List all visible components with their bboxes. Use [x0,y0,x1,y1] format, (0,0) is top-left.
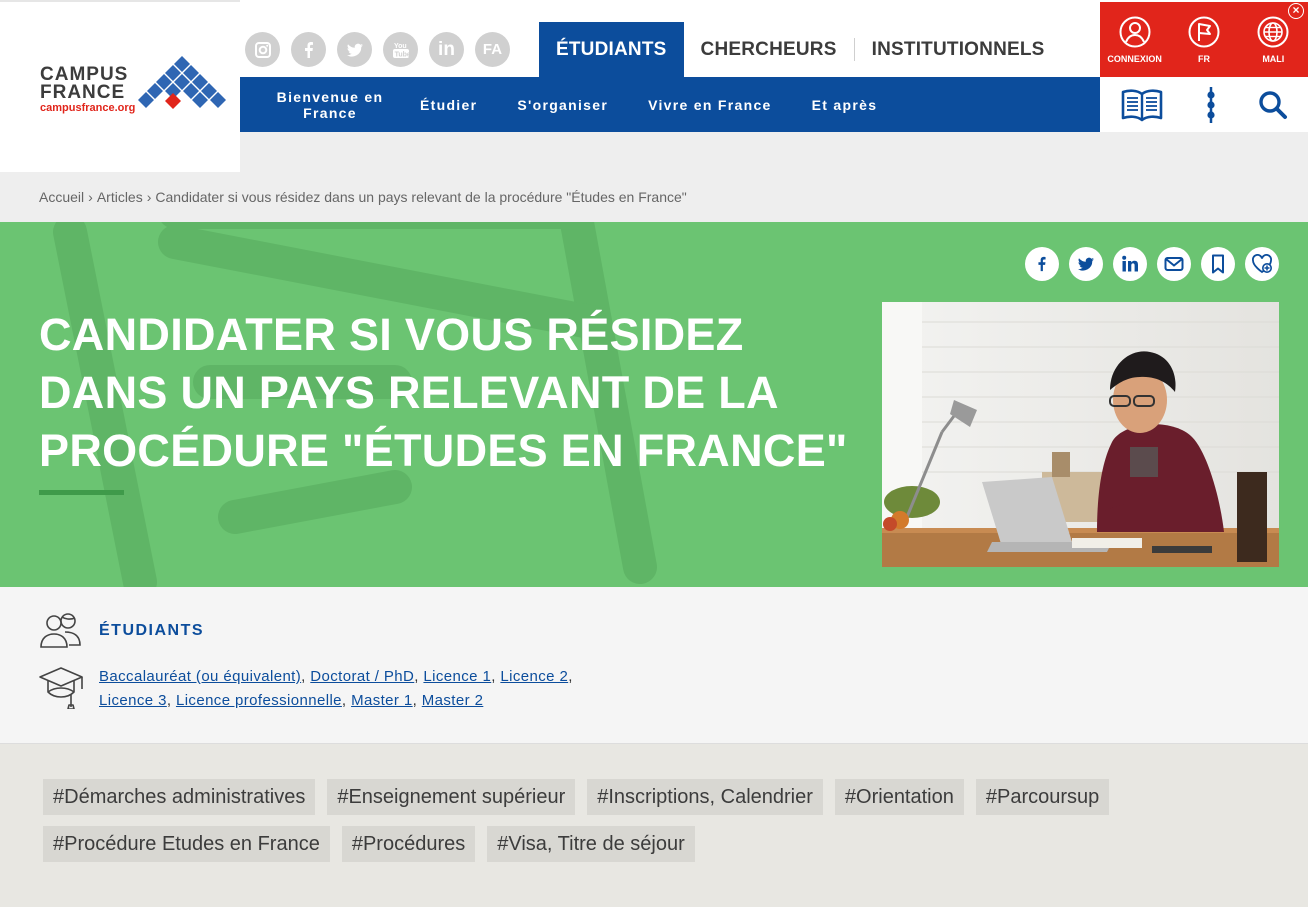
level-link[interactable]: Master 2 [422,692,484,709]
level-link[interactable]: Licence professionnelle [176,692,342,709]
level-link[interactable]: Master 1 [351,692,413,709]
share-icons [1025,247,1279,281]
tab-institutionnels[interactable]: INSTITUTIONNELS [855,22,1062,77]
linkedin-icon[interactable]: in [429,32,464,67]
tag-link[interactable]: #Inscriptions, Calendrier [587,779,823,815]
students-icon [40,613,81,648]
nav-etudier[interactable]: Étudier [400,97,497,113]
nav-et-apres[interactable]: Et après [792,97,898,113]
tag-list: #Démarches administratives #Enseignement… [43,779,1243,862]
level-link[interactable]: Licence 1 [423,668,491,685]
main-nav: Bienvenue en France Étudier S'organiser … [240,77,1100,132]
graduation-cap-icon [39,667,83,709]
share-email-icon[interactable] [1157,247,1191,281]
country-label: MALI [1262,54,1285,64]
breadcrumb: Accueil › Articles › Candidater si vous … [0,172,1308,222]
level-link[interactable]: Baccalauréat (ou équivalent) [99,668,301,685]
tab-chercheurs[interactable]: CHERCHEURS [684,22,854,77]
share-twitter-icon[interactable] [1069,247,1103,281]
tag-link[interactable]: #Procédure Etudes en France [43,826,330,862]
twitter-icon[interactable] [337,32,372,67]
logo-line2: FRANCE [40,82,126,103]
fa-label: FA [482,41,503,58]
facebook-icon[interactable] [291,32,326,67]
site-logo[interactable]: CAMPUS FRANCE campusfrance.org [0,0,240,172]
instagram-icon[interactable] [245,32,280,67]
youtube-icon[interactable]: You Tube [383,32,418,67]
globe-icon [1257,16,1289,48]
tag-link[interactable]: #Visa, Titre de séjour [487,826,695,862]
language-label: FR [1197,54,1210,64]
main-tabs: ÉTUDIANTS CHERCHEURS INSTITUTIONNELS [539,22,1062,77]
logo-url: campusfrance.org [40,102,136,114]
close-icon[interactable]: × [1288,3,1304,19]
more-options-icon[interactable] [1205,85,1217,125]
language-button[interactable]: FR [1169,2,1238,77]
breadcrumb-separator: › [146,189,152,205]
share-facebook-icon[interactable] [1025,247,1059,281]
level-link[interactable]: Licence 2 [500,668,568,685]
tools-bar [1100,77,1308,132]
book-icon[interactable] [1120,87,1164,123]
user-icon [1119,16,1151,48]
breadcrumb-separator: › [88,189,93,205]
flag-icon [1188,16,1220,48]
breadcrumb-articles[interactable]: Articles [97,189,143,205]
tag-link[interactable]: #Démarches administratives [43,779,316,815]
tab-etudiants[interactable]: ÉTUDIANTS [539,22,684,77]
level-link[interactable]: Licence 3 [99,692,167,709]
fa-icon[interactable]: FA [475,32,510,67]
header-top: You Tube in FA ÉTUDIANTS CHERCHEURS INSTI… [240,2,1100,77]
search-icon[interactable] [1258,90,1288,120]
audience-title: ÉTUDIANTS [99,622,205,639]
logo-wordmark: CAMPUS FRANCE [40,65,128,103]
tag-link[interactable]: #Parcoursup [975,779,1110,815]
share-linkedin-icon[interactable] [1113,247,1147,281]
breadcrumb-home[interactable]: Accueil [39,189,84,205]
level-link[interactable]: Doctorat / PhD [310,668,414,685]
audience-section: ÉTUDIANTS Baccalauréat (ou équivalent), … [0,587,1308,744]
title-underline [39,490,124,495]
nav-s-organiser[interactable]: S'organiser [497,97,628,113]
audience-levels: Baccalauréat (ou équivalent), Doctorat /… [99,668,573,709]
connexion-label: CONNEXION [1107,54,1162,64]
tag-link[interactable]: #Orientation [834,779,964,815]
tags-section: #Démarches administratives #Enseignement… [0,744,1308,907]
header-spacer [240,132,1308,172]
svg-text:Tube: Tube [394,51,409,58]
tag-link[interactable]: #Enseignement supérieur [327,779,576,815]
hero-photo-student-laptop [882,302,1279,567]
page-title: CANDIDATER SI VOUS RÉSIDEZ DANS UN PAYS … [39,309,848,476]
linkedin-label: in [438,38,455,60]
connexion-button[interactable]: CONNEXION [1100,2,1169,77]
svg-text:You: You [394,43,407,50]
utility-bar: CONNEXION FR MALI × [1100,2,1308,77]
breadcrumb-current: Candidater si vous résidez dans un pays … [155,189,687,205]
tag-link[interactable]: #Procédures [341,826,476,862]
add-favorite-icon[interactable] [1245,247,1279,281]
social-links: You Tube in FA [245,32,510,67]
bookmark-icon[interactable] [1201,247,1235,281]
logo-diamond-icon [138,56,226,109]
hero-banner: CANDIDATER SI VOUS RÉSIDEZ DANS UN PAYS … [0,222,1308,587]
nav-vivre-en-france[interactable]: Vivre en France [628,97,792,113]
nav-bienvenue-en-france[interactable]: Bienvenue en France [260,89,400,121]
